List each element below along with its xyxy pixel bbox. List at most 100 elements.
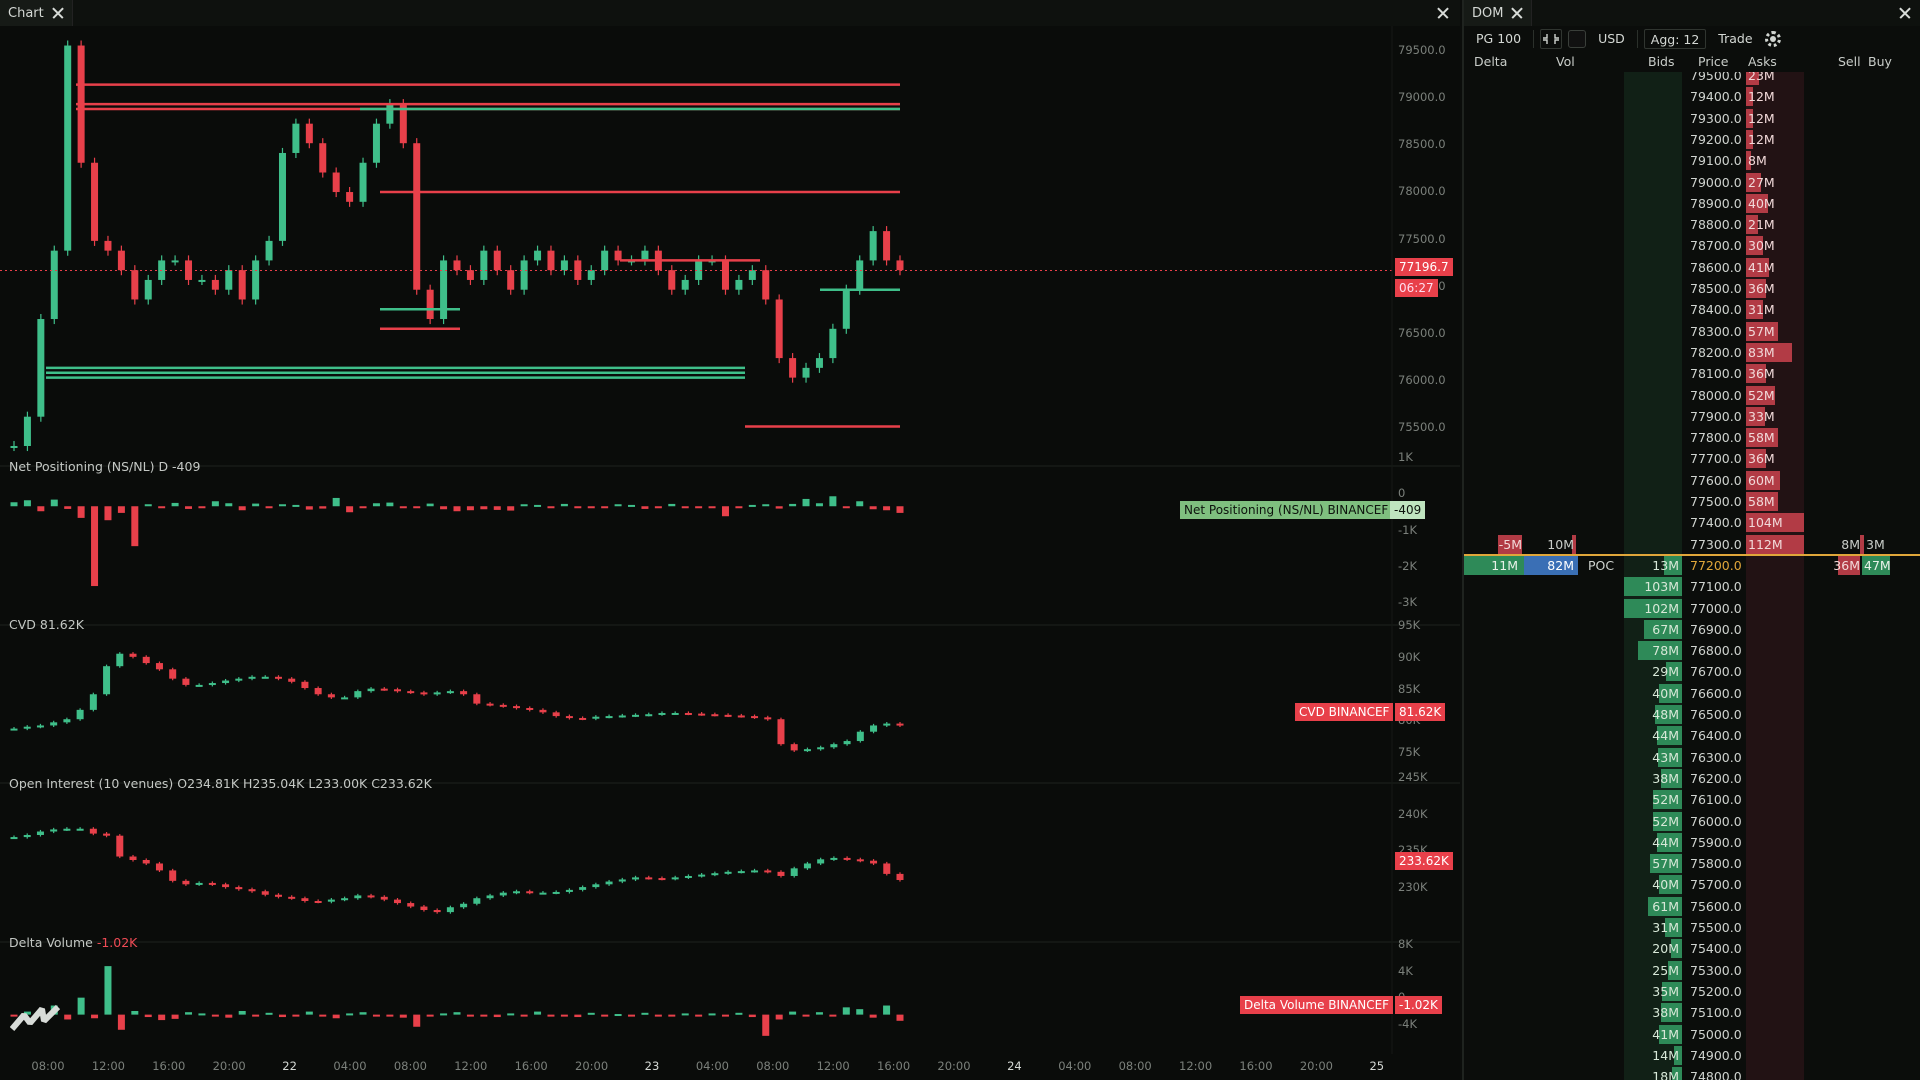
dom-price: 74900.0 [1690, 1047, 1742, 1063]
header-buy[interactable]: Buy [1868, 54, 1892, 69]
header-bids[interactable]: Bids [1648, 54, 1675, 69]
dom-bid-row[interactable]: 102M 77000.0 [1464, 598, 1920, 619]
dom-ask-row[interactable]: 78400.0 31M [1464, 299, 1920, 320]
dom-ask-row[interactable]: 77800.0 58M [1464, 427, 1920, 448]
dom-bid-row[interactable]: 20M 75400.0 [1464, 938, 1920, 959]
dom-delta: -5M [1498, 536, 1522, 552]
dom-current-row[interactable]: 11M 82M POC 13M 77200.0 36M 47M [1464, 555, 1920, 576]
dom-bid-row[interactable]: 40M 75700.0 [1464, 874, 1920, 895]
open-interest-candle [764, 870, 772, 873]
aggregation-button[interactable]: Agg: 12 [1643, 29, 1707, 49]
dom-bid-row[interactable]: 29M 76700.0 [1464, 661, 1920, 682]
cvd-candle [499, 704, 507, 707]
dom-ask-row[interactable]: 78600.0 41M [1464, 257, 1920, 278]
open-interest-candle [235, 887, 243, 890]
dom-ask-row[interactable]: 77400.0 104M [1464, 512, 1920, 533]
dom-ask-row[interactable]: 79000.0 27M [1464, 172, 1920, 193]
tab-chart[interactable]: Chart [0, 0, 73, 26]
dom-bid-row[interactable]: 41M 75000.0 [1464, 1024, 1920, 1045]
cvd-candle [274, 676, 282, 679]
close-icon[interactable] [1511, 7, 1523, 19]
delta-volume-bar [185, 1012, 193, 1015]
trade-button[interactable]: Trade [1712, 29, 1758, 49]
dom-ask-row[interactable]: 78900.0 40M [1464, 193, 1920, 214]
dom-ask-row[interactable]: 79500.0 23M [1464, 72, 1920, 86]
dom-bid-row[interactable]: 61M 75600.0 [1464, 896, 1920, 917]
cvd-candle [380, 688, 388, 691]
dom-bid-row[interactable]: 52M 76000.0 [1464, 811, 1920, 832]
dom-ask-size: 12M [1748, 131, 1775, 147]
header-price[interactable]: Price [1698, 54, 1729, 69]
dom-bid-row[interactable]: 52M 76100.0 [1464, 789, 1920, 810]
net-positioning-bar [708, 506, 716, 509]
dom-bid-row[interactable]: 38M 75100.0 [1464, 1002, 1920, 1023]
dom-ask-row[interactable]: 77900.0 33M [1464, 406, 1920, 427]
dom-ask-row[interactable]: 77500.0 58M [1464, 491, 1920, 512]
dom-bid-row[interactable]: 14M 74900.0 [1464, 1045, 1920, 1066]
dom-ask-row[interactable]: 79100.0 8M [1464, 150, 1920, 171]
open-interest-axis-tick: 245K [1398, 770, 1428, 784]
gear-icon[interactable] [1764, 31, 1781, 47]
dom-ask-row[interactable]: 78800.0 21M [1464, 214, 1920, 235]
toggle-square-icon[interactable] [1568, 30, 1587, 48]
dom-bid-row[interactable]: 103M 77100.0 [1464, 576, 1920, 597]
header-asks[interactable]: Asks [1748, 54, 1777, 69]
dom-ask-row[interactable]: 79300.0 12M [1464, 108, 1920, 129]
dom-ladder[interactable]: 79500.0 23M 79400.0 12M 79300.0 12M 79200.0 12M… [1464, 72, 1920, 1080]
open-interest-candle [605, 881, 613, 885]
dom-bid-row[interactable]: 25M 75300.0 [1464, 960, 1920, 981]
chart-canvas[interactable] [0, 26, 1460, 1080]
dom-bid-row[interactable]: 31M 75500.0 [1464, 917, 1920, 938]
dom-bid-row[interactable]: 67M 76900.0 [1464, 619, 1920, 640]
close-chart-window-icon[interactable] [1434, 4, 1452, 22]
dom-ask-row[interactable]: 78200.0 83M [1464, 342, 1920, 363]
cvd-candle [526, 707, 534, 710]
dom-ask-row[interactable]: 78700.0 30M [1464, 235, 1920, 256]
dom-bid-row[interactable]: 40M 76600.0 [1464, 683, 1920, 704]
dom-ask-row[interactable]: 78100.0 36M [1464, 363, 1920, 384]
dom-ask-row[interactable]: 79200.0 12M [1464, 129, 1920, 150]
cvd-candle [486, 703, 494, 706]
dom-bid-size: 20M [1652, 941, 1679, 957]
dom-bid-row[interactable]: 48M 76500.0 [1464, 704, 1920, 725]
delta-volume-bar [91, 1014, 99, 1019]
dom-bid-row[interactable]: 35M 75200.0 [1464, 981, 1920, 1002]
price-candle [372, 123, 380, 163]
header-delta[interactable]: Delta [1474, 54, 1507, 69]
price-candle [198, 279, 206, 282]
dom-price: 76800.0 [1690, 643, 1742, 659]
header-vol[interactable]: Vol [1556, 54, 1575, 69]
close-dom-window-icon[interactable] [1896, 4, 1914, 22]
price-grouping-button[interactable]: PG 100 [1470, 29, 1527, 49]
time-axis-tick: 25 [1369, 1059, 1385, 1073]
dom-bid-row[interactable]: 38M 76200.0 [1464, 768, 1920, 789]
dom-ask-row[interactable]: 77600.0 60M [1464, 470, 1920, 491]
dom-ask-row[interactable]: 77700.0 36M [1464, 448, 1920, 469]
dom-bid-row[interactable]: 44M 76400.0 [1464, 725, 1920, 746]
dom-ask-row[interactable]: 78000.0 52M [1464, 385, 1920, 406]
delta-volume-bar [735, 1012, 743, 1015]
dom-ask-size: 83M [1748, 344, 1775, 360]
tab-dom[interactable]: DOM [1464, 0, 1533, 26]
close-icon[interactable] [52, 7, 64, 19]
dom-ask-row[interactable]: 78500.0 36M [1464, 278, 1920, 299]
delta-volume-pane [10, 966, 904, 1036]
expand-icon[interactable] [1540, 29, 1563, 49]
dom-ask-row[interactable]: 77300.0 112M -5M 10M 8M 3M [1464, 534, 1920, 555]
open-interest-candle [684, 875, 692, 878]
dom-bid-size: 67M [1652, 621, 1679, 637]
dom-bid-row[interactable]: 18M 74800.0 [1464, 1066, 1920, 1080]
dom-ask-row[interactable]: 78300.0 57M [1464, 321, 1920, 342]
dom-bid-row[interactable]: 57M 75800.0 [1464, 853, 1920, 874]
dom-bid-row[interactable]: 44M 75900.0 [1464, 832, 1920, 853]
dom-bid-row[interactable]: 78M 76800.0 [1464, 640, 1920, 661]
time-axis-tick: 16:00 [1239, 1059, 1273, 1073]
divider [1533, 30, 1535, 48]
price-candle [104, 240, 112, 251]
dom-ask-row[interactable]: 79400.0 12M [1464, 86, 1920, 107]
header-sell[interactable]: Sell [1838, 54, 1861, 69]
delta-volume-bar [399, 1014, 407, 1018]
currency-button[interactable]: USD [1592, 29, 1631, 49]
dom-bid-row[interactable]: 43M 76300.0 [1464, 747, 1920, 768]
time-axis-tick: 20:00 [1299, 1059, 1333, 1073]
